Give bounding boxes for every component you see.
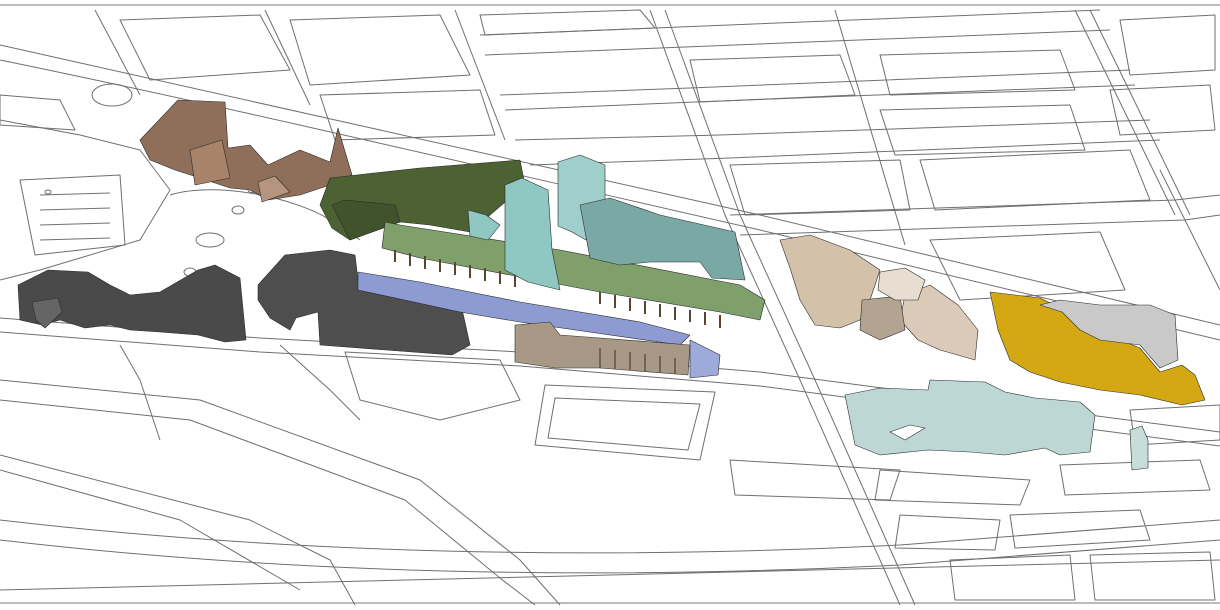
building-charcoal-west[interactable] — [17, 264, 247, 343]
map-canvas[interactable] — [0, 0, 1220, 610]
building-pale-aqua-cluster[interactable] — [844, 379, 1149, 471]
building-brown-complex[interactable] — [139, 99, 353, 203]
buildings-layer — [17, 99, 1206, 471]
building-beige-cluster[interactable] — [779, 234, 979, 361]
